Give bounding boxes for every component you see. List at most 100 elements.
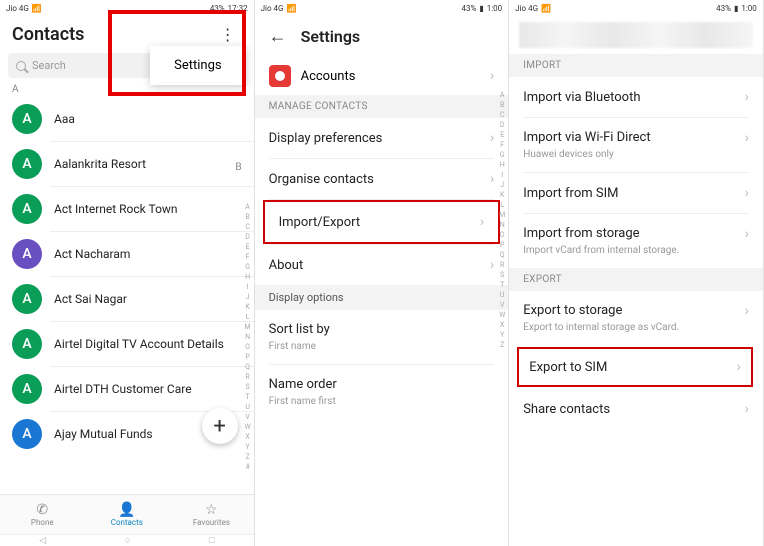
settings-screen: Jio 4G📶 43% ▮ 1:00 ← Settings Accounts ›… — [255, 0, 510, 546]
star-icon: ☆ — [205, 503, 218, 517]
contact-row[interactable]: A Airtel Digital TV Account Details — [0, 322, 254, 366]
chevron-right-icon: › — [745, 130, 749, 146]
contact-row[interactable]: A Act Sai Nagar — [0, 277, 254, 321]
nav-favourites[interactable]: ☆Favourites — [169, 495, 254, 534]
recent-icon[interactable]: □ — [209, 535, 214, 546]
contact-name: Aaa — [54, 112, 75, 126]
section-display-options: Display options — [255, 285, 509, 310]
contacts-screen: Jio 4G📶 43%17:32 Contacts ⋮ Search Setti… — [0, 0, 255, 546]
share-contacts-row[interactable]: Share contacts› — [509, 389, 763, 429]
status-bar: Jio 4G📶 43% ▮ 1:00 — [255, 0, 509, 16]
import-sim-row[interactable]: Import from SIM› — [509, 173, 763, 213]
section-header-b: B — [235, 162, 241, 173]
alphabet-index[interactable]: ABCDEFGHIJKLMNOPQRSTUVWXYZ# — [243, 202, 253, 472]
blurred-title — [519, 22, 753, 48]
overflow-menu-icon[interactable]: ⋮ — [214, 27, 242, 43]
bottom-nav: ✆Phone 👤Contacts ☆Favourites — [0, 494, 254, 534]
chevron-right-icon: › — [745, 226, 749, 242]
chevron-right-icon: › — [490, 257, 494, 273]
avatar: A — [12, 284, 42, 314]
page-title: Contacts — [12, 24, 84, 45]
time-label: 17:32 — [228, 4, 248, 13]
organise-contacts-row[interactable]: Organise contacts› — [255, 159, 509, 199]
accounts-icon — [269, 65, 291, 87]
contact-row[interactable]: A Aaa — [0, 97, 254, 141]
alphabet-index[interactable]: ABCDEFGHIJKLMNOPQRSTUVWXYZ — [497, 90, 507, 350]
highlight-box-import-export: Import/Export› — [263, 200, 501, 244]
overflow-menu-item-settings[interactable]: Settings — [150, 46, 245, 85]
import-bluetooth-row[interactable]: Import via Bluetooth› — [509, 77, 763, 117]
import-storage-row[interactable]: Import from storageImport vCard from int… — [509, 214, 763, 268]
signal-icon: 📶 — [286, 4, 296, 13]
avatar: A — [12, 329, 42, 359]
avatar: A — [12, 194, 42, 224]
chevron-right-icon: › — [490, 130, 494, 146]
display-preferences-row[interactable]: Display preferences› — [255, 118, 509, 158]
chevron-right-icon: › — [745, 303, 749, 319]
chevron-right-icon: › — [480, 214, 484, 230]
back-icon[interactable]: ◁ — [39, 536, 46, 546]
accounts-row[interactable]: Accounts › — [255, 57, 509, 95]
import-wifi-row[interactable]: Import via Wi-Fi DirectHuawei devices on… — [509, 118, 763, 172]
signal-icon: 📶 — [541, 4, 551, 13]
page-title: Settings — [301, 27, 361, 46]
carrier-label: Jio 4G — [6, 4, 29, 13]
import-export-screen: Jio 4G📶 43% ▮ 1:00 IMPORT Import via Blu… — [509, 0, 764, 546]
avatar: A — [12, 374, 42, 404]
section-manage-contacts: MANAGE CONTACTS — [255, 95, 509, 118]
chevron-right-icon: › — [745, 401, 749, 417]
signal-icon: 📶 — [32, 4, 42, 13]
battery-icon: ▮ — [479, 4, 483, 13]
add-contact-button[interactable]: + — [202, 408, 238, 444]
about-row[interactable]: About› — [255, 245, 509, 285]
avatar: A — [12, 239, 42, 269]
chevron-right-icon: › — [745, 185, 749, 201]
contact-row[interactable]: A Act Nacharam — [0, 232, 254, 276]
carrier-label: Jio 4G — [515, 4, 538, 13]
back-button[interactable]: ← — [269, 26, 287, 47]
status-bar: Jio 4G📶 43%17:32 — [0, 0, 254, 16]
highlight-box-export-sim: Export to SIM› — [517, 347, 753, 387]
avatar: A — [12, 149, 42, 179]
chevron-right-icon: › — [745, 89, 749, 105]
export-storage-row[interactable]: Export to storageExport to internal stor… — [509, 291, 763, 345]
phone-icon: ✆ — [36, 503, 48, 517]
contact-row[interactable]: A Airtel DTH Customer Care — [0, 367, 254, 411]
import-export-row[interactable]: Import/Export› — [265, 202, 499, 242]
avatar: A — [12, 104, 42, 134]
contact-name: Act Nacharam — [54, 247, 130, 261]
battery-text: 43% — [716, 4, 731, 13]
accounts-label: Accounts — [301, 69, 356, 84]
chevron-right-icon: › — [490, 68, 494, 84]
export-sim-row[interactable]: Export to SIM› — [519, 349, 751, 385]
battery-text: 43% — [210, 4, 225, 13]
chevron-right-icon: › — [490, 171, 494, 187]
nav-contacts[interactable]: 👤Contacts — [85, 495, 170, 534]
contact-name: Ajay Mutual Funds — [54, 427, 153, 441]
nav-phone[interactable]: ✆Phone — [0, 495, 85, 534]
section-export: EXPORT — [509, 268, 763, 291]
avatar: A — [12, 419, 42, 449]
search-placeholder: Search — [32, 59, 66, 72]
time-label: 1:00 — [487, 4, 502, 13]
contact-row[interactable]: A Act Internet Rock Town — [0, 187, 254, 231]
contacts-icon: 👤 — [118, 503, 135, 517]
contact-row[interactable]: A Aalankrita Resort — [0, 142, 254, 186]
contact-name: Airtel Digital TV Account Details — [54, 337, 224, 351]
time-label: 1:00 — [741, 4, 756, 13]
contact-name: Airtel DTH Customer Care — [54, 382, 192, 396]
battery-icon: ▮ — [734, 4, 738, 13]
section-import: IMPORT — [509, 54, 763, 77]
contact-name: Act Internet Rock Town — [54, 202, 178, 216]
home-icon[interactable]: ○ — [125, 535, 130, 546]
name-order-row[interactable]: Name order First name first — [255, 365, 509, 419]
system-nav: ◁ ○ □ — [0, 534, 254, 546]
contact-name: Act Sai Nagar — [54, 292, 127, 306]
battery-text: 43% — [461, 4, 476, 13]
status-bar: Jio 4G📶 43% ▮ 1:00 — [509, 0, 763, 16]
contact-name: Aalankrita Resort — [54, 157, 146, 171]
chevron-right-icon: › — [737, 359, 741, 375]
search-icon — [16, 61, 26, 71]
carrier-label: Jio 4G — [261, 4, 284, 13]
sort-list-by-row[interactable]: Sort list by First name — [255, 310, 509, 364]
